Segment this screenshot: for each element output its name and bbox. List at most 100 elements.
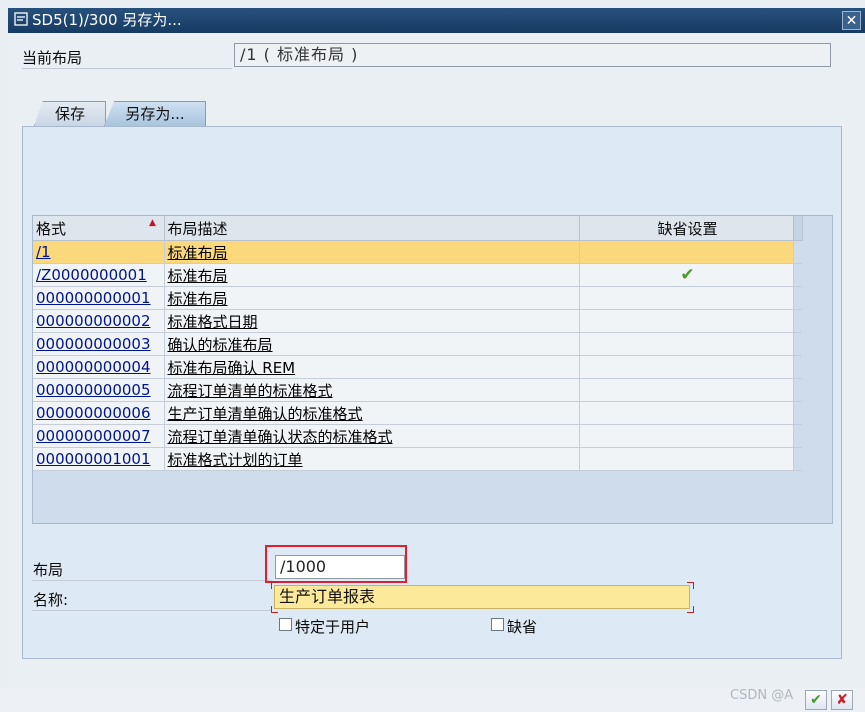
- confirm-button[interactable]: ✔: [805, 690, 827, 710]
- row-filler: [793, 378, 802, 402]
- close-icon[interactable]: ✕: [842, 11, 861, 30]
- window-title: SD5(1)/300 另存为...: [32, 11, 182, 29]
- current-layout-label: 当前布局: [22, 49, 83, 67]
- window-titlebar: SD5(1)/300 另存为... ✕: [8, 8, 865, 33]
- row-filler: [793, 240, 802, 264]
- description-cell[interactable]: 确认的标准布局: [164, 332, 580, 356]
- description-text: 标准布局确认 REM: [167, 358, 296, 377]
- default-cell: [579, 447, 794, 471]
- layout-table: 格式 ▲ 布局描述 缺省设置 /1 标准布局/Z0000000001 标准布局 ✔ 000…: [33, 216, 803, 471]
- row-filler: [793, 401, 802, 425]
- row-filler: [793, 447, 802, 471]
- format-cell[interactable]: /Z0000000001: [33, 263, 165, 287]
- column-header-description[interactable]: 布局描述: [164, 216, 580, 241]
- table-row[interactable]: 000000001001 标准格式计划的订单: [33, 447, 802, 471]
- format-cell[interactable]: 000000000006: [33, 401, 165, 425]
- table-header-row: 格式 ▲ 布局描述 缺省设置: [33, 216, 803, 241]
- table-row[interactable]: 000000000001 标准布局: [33, 286, 802, 310]
- table-row[interactable]: 000000000006 生产订单清单确认的标准格式: [33, 401, 802, 425]
- format-cell[interactable]: 000000000003: [33, 332, 165, 356]
- description-text: 标准格式计划的订单: [167, 450, 303, 469]
- format-link[interactable]: 000000000001: [36, 289, 151, 307]
- divider: [32, 610, 272, 611]
- format-cell[interactable]: 000000000002: [33, 309, 165, 333]
- field-corner-mark: [271, 606, 278, 613]
- format-link[interactable]: /1: [36, 243, 51, 261]
- checkmark-icon: ✔: [680, 265, 695, 285]
- user-specific-checkbox[interactable]: [279, 618, 292, 631]
- table-row[interactable]: 000000000002 标准格式日期: [33, 309, 802, 333]
- format-cell[interactable]: 000000001001: [33, 447, 165, 471]
- format-link[interactable]: 000000000006: [36, 404, 151, 422]
- description-text: 生产订单清单确认的标准格式: [167, 404, 363, 423]
- table-row[interactable]: 000000000005 流程订单清单的标准格式: [33, 378, 802, 402]
- default-cell: [579, 286, 794, 310]
- default-cell: ✔: [579, 263, 794, 287]
- description-cell[interactable]: 流程订单清单的标准格式: [164, 378, 580, 402]
- default-cell: [579, 378, 794, 402]
- description-cell[interactable]: 标准布局: [164, 240, 580, 264]
- description-cell[interactable]: 标准格式计划的订单: [164, 447, 580, 471]
- format-link[interactable]: 000000000002: [36, 312, 151, 330]
- format-link[interactable]: 000000000004: [36, 358, 151, 376]
- format-cell[interactable]: 000000000005: [33, 378, 165, 402]
- format-cell[interactable]: /1: [33, 240, 165, 264]
- row-filler: [793, 263, 802, 287]
- format-link[interactable]: 000000000005: [36, 381, 151, 399]
- format-link[interactable]: 000000000007: [36, 427, 151, 445]
- user-specific-label: 特定于用户: [295, 618, 371, 636]
- table-row[interactable]: /1 标准布局: [33, 240, 802, 264]
- divider: [22, 68, 232, 69]
- row-filler: [793, 332, 802, 356]
- format-cell[interactable]: 000000000007: [33, 424, 165, 448]
- description-cell[interactable]: 流程订单清单确认状态的标准格式: [164, 424, 580, 448]
- table-row[interactable]: 000000000003 确认的标准布局: [33, 332, 802, 356]
- layout-label: 布局: [33, 561, 64, 579]
- format-link[interactable]: /Z0000000001: [36, 266, 147, 284]
- field-corner-mark: [271, 582, 278, 589]
- description-cell[interactable]: 标准布局: [164, 286, 580, 310]
- format-link[interactable]: 000000000003: [36, 335, 151, 353]
- description-cell[interactable]: 生产订单清单确认的标准格式: [164, 401, 580, 425]
- tab-save[interactable]: 保存: [34, 101, 106, 126]
- column-header-filler: [793, 216, 803, 241]
- description-text: 流程订单清单确认状态的标准格式: [167, 427, 393, 446]
- column-header-default[interactable]: 缺省设置: [579, 216, 794, 241]
- column-header-format[interactable]: 格式 ▲: [33, 216, 165, 241]
- tab-save-label: 保存: [54, 105, 85, 123]
- name-label: 名称:: [33, 591, 69, 609]
- description-text: 标准布局: [167, 243, 228, 262]
- sort-ascending-icon: ▲: [149, 218, 156, 228]
- row-filler: [793, 309, 802, 333]
- description-text: 流程订单清单的标准格式: [167, 381, 333, 400]
- tab-save-as[interactable]: 另存为...: [104, 101, 206, 126]
- row-filler: [793, 286, 802, 310]
- description-text: 标准布局: [167, 289, 228, 308]
- description-text: 确认的标准布局: [167, 335, 273, 354]
- default-label: 缺省: [507, 618, 538, 636]
- description-cell[interactable]: 标准格式日期: [164, 309, 580, 333]
- tab-save-as-label: 另存为...: [125, 105, 185, 123]
- table-row[interactable]: /Z0000000001 标准布局 ✔: [33, 263, 802, 287]
- default-checkbox[interactable]: [491, 618, 504, 631]
- table-row[interactable]: 000000000007 流程订单清单确认状态的标准格式: [33, 424, 802, 448]
- divider: [32, 580, 272, 581]
- format-link[interactable]: 000000001001: [36, 450, 151, 468]
- table-row[interactable]: 000000000004 标准布局确认 REM: [33, 355, 802, 379]
- description-cell[interactable]: 标准布局: [164, 263, 580, 287]
- format-cell[interactable]: 000000000004: [33, 355, 165, 379]
- default-cell: [579, 240, 794, 264]
- default-cell: [579, 309, 794, 333]
- watermark: CSDN @A: [730, 688, 794, 703]
- field-corner-mark: [687, 582, 694, 589]
- cancel-button[interactable]: ✘: [831, 690, 853, 710]
- default-cell: [579, 401, 794, 425]
- window-icon: [14, 12, 28, 26]
- highlight-box: [265, 545, 407, 583]
- default-cell: [579, 332, 794, 356]
- default-cell: [579, 424, 794, 448]
- format-cell[interactable]: 000000000001: [33, 286, 165, 310]
- row-filler: [793, 355, 802, 379]
- description-cell[interactable]: 标准布局确认 REM: [164, 355, 580, 379]
- name-input[interactable]: 生产订单报表: [274, 585, 690, 609]
